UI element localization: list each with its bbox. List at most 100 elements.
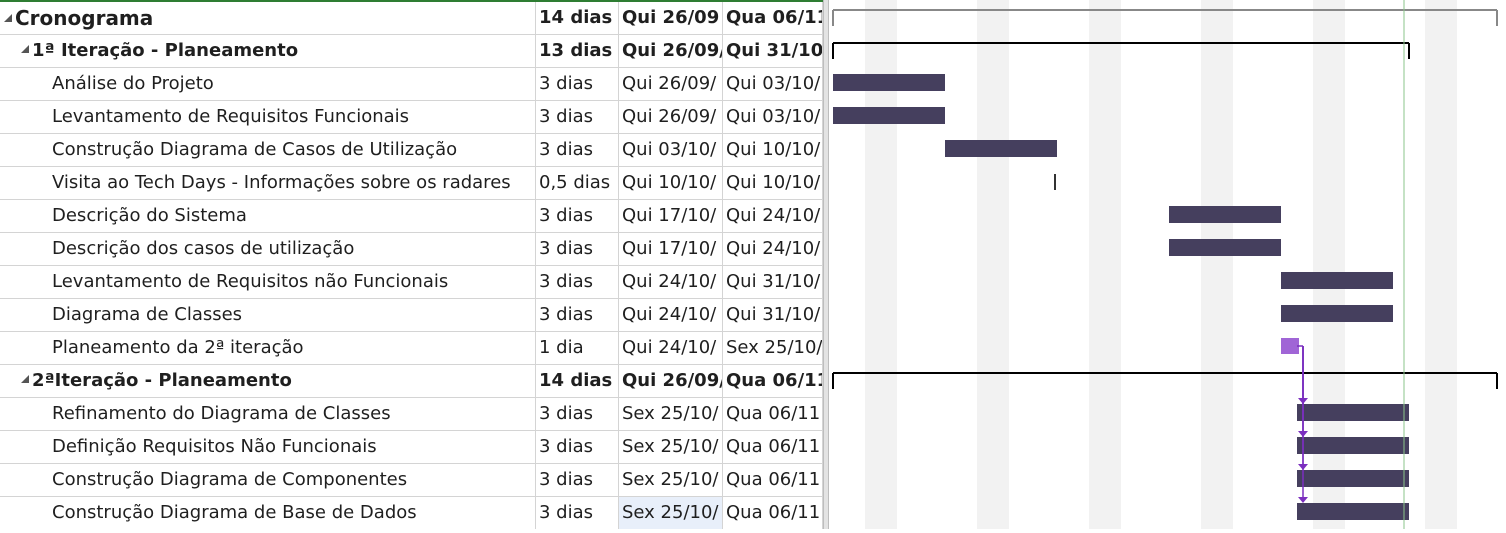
finish-cell[interactable]: Qui 10/10/ xyxy=(723,167,823,199)
finish-cell[interactable]: Qui 24/10/ xyxy=(723,233,823,265)
start-cell[interactable]: Sex 25/10/ xyxy=(619,497,723,529)
gantt-chart xyxy=(829,0,1506,529)
task-row[interactable]: Descrição do Sistema 3 dias Qui 17/10/Qui … xyxy=(0,200,823,233)
task-name-cell[interactable]: Descrição do Sistema xyxy=(0,200,536,232)
task-bar xyxy=(1297,404,1409,421)
task-row[interactable]: Análise do Projeto 3 dias Qui 26/09/Qui 03… xyxy=(0,68,823,101)
task-name-cell[interactable]: 1ª Iteração - Planeamento xyxy=(0,35,536,67)
task-bar xyxy=(1281,272,1393,289)
finish-cell[interactable]: Qui 31/10/ xyxy=(723,266,823,298)
finish-cell[interactable]: Qui 31/10/ xyxy=(723,299,823,331)
duration-cell[interactable]: 3 dias xyxy=(536,464,619,496)
collapse-triangle-icon[interactable] xyxy=(21,45,29,53)
task-bar xyxy=(1297,503,1409,520)
task-row[interactable]: Definição Requisitos Não Funcionais 3 dia… xyxy=(0,431,823,464)
finish-cell[interactable]: Qua 06/11 xyxy=(723,497,823,529)
start-cell[interactable]: Qui 26/09/ xyxy=(619,365,723,397)
duration-cell[interactable]: 0,5 dias xyxy=(536,167,619,199)
start-cell[interactable]: Sex 25/10/ xyxy=(619,431,723,463)
finish-cell[interactable]: Qua 06/11 xyxy=(723,365,823,397)
task-row[interactable]: Descrição dos casos de utilização 3 dias Q… xyxy=(0,233,823,266)
task-name-cell[interactable]: Definição Requisitos Não Funcionais xyxy=(0,431,536,463)
duration-cell[interactable]: 3 dias xyxy=(536,398,619,430)
weekend-band xyxy=(1089,0,1121,529)
task-bar xyxy=(945,140,1057,157)
task-name-text: Construção Diagrama de Componentes xyxy=(52,469,408,490)
duration-cell[interactable]: 3 dias xyxy=(536,68,619,100)
collapse-triangle-icon[interactable] xyxy=(21,375,29,383)
task-bar xyxy=(1281,338,1299,354)
start-cell[interactable]: Qui 03/10/ xyxy=(619,134,723,166)
task-row[interactable]: Levantamento de Requisitos Funcionais 3 d… xyxy=(0,101,823,134)
finish-cell[interactable]: Qui 03/10/ xyxy=(723,101,823,133)
task-bar xyxy=(833,107,945,124)
start-cell[interactable]: Qui 24/10/ xyxy=(619,266,723,298)
start-cell[interactable]: Qui 17/10/ xyxy=(619,200,723,232)
task-name-cell[interactable]: Diagrama de Classes xyxy=(0,299,536,331)
duration-cell[interactable]: 3 dias xyxy=(536,431,619,463)
duration-cell[interactable]: 3 dias xyxy=(536,266,619,298)
duration-cell[interactable]: 3 dias xyxy=(536,233,619,265)
task-name-text: Descrição dos casos de utilização xyxy=(52,238,355,259)
task-name-cell[interactable]: Construção Diagrama de Base de Dados xyxy=(0,497,536,529)
weekend-band xyxy=(1201,0,1233,529)
start-cell[interactable]: Qui 26/09/ xyxy=(619,68,723,100)
finish-cell[interactable]: Sex 25/10/ xyxy=(723,332,823,364)
start-cell[interactable]: Qui 26/09/ xyxy=(619,35,723,67)
task-name-cell[interactable]: Análise do Projeto xyxy=(0,68,536,100)
task-row[interactable]: Planeamento da 2ª iteração 1 dia Qui 24/10… xyxy=(0,332,823,365)
task-row[interactable]: 1ª Iteração - Planeamento 13 dias Qui 26/0… xyxy=(0,35,823,68)
task-bar xyxy=(1169,206,1281,223)
task-name-cell[interactable]: Construção Diagrama de Casos de Utilizaç… xyxy=(0,134,536,166)
task-name-cell[interactable]: Levantamento de Requisitos Funcionais xyxy=(0,101,536,133)
task-name-cell[interactable]: Descrição dos casos de utilização xyxy=(0,233,536,265)
finish-cell[interactable]: Qui 03/10/ xyxy=(723,68,823,100)
duration-cell[interactable]: 3 dias xyxy=(536,134,619,166)
task-name-cell[interactable]: Planeamento da 2ª iteração xyxy=(0,332,536,364)
task-row[interactable]: Diagrama de Classes 3 dias Qui 24/10/Qui 3… xyxy=(0,299,823,332)
start-cell[interactable]: Sex 25/10/ xyxy=(619,398,723,430)
finish-cell[interactable]: Qui 31/10/ xyxy=(723,35,823,67)
duration-cell[interactable]: 3 dias xyxy=(536,200,619,232)
task-row[interactable]: Visita ao Tech Days - Informações sobre … xyxy=(0,167,823,200)
task-name-cell[interactable]: Construção Diagrama de Componentes xyxy=(0,464,536,496)
duration-cell[interactable]: 1 dia xyxy=(536,332,619,364)
task-sheet: Cronograma 14 dias Qui 26/09 Qua 06/11 1ª It… xyxy=(0,0,823,529)
task-row[interactable]: Construção Diagrama de Casos de Utilizaç… xyxy=(0,134,823,167)
task-name-cell[interactable]: Refinamento do Diagrama de Classes xyxy=(0,398,536,430)
duration-cell[interactable]: 3 dias xyxy=(536,299,619,331)
task-row[interactable]: Refinamento do Diagrama de Classes 3 dias… xyxy=(0,398,823,431)
task-row[interactable]: Construção Diagrama de Componentes 3 dias… xyxy=(0,464,823,497)
finish-cell[interactable]: Qua 06/11 xyxy=(723,464,823,496)
finish-cell[interactable]: Qui 10/10/ xyxy=(723,134,823,166)
task-row[interactable]: Levantamento de Requisitos não Funcionai… xyxy=(0,266,823,299)
start-cell[interactable]: Qui 10/10/ xyxy=(619,167,723,199)
task-row[interactable]: Cronograma 14 dias Qui 26/09 Qua 06/11 xyxy=(0,2,823,35)
finish-cell[interactable]: Qui 24/10/ xyxy=(723,200,823,232)
duration-cell[interactable]: 3 dias xyxy=(536,497,619,529)
start-cell[interactable]: Qui 26/09 xyxy=(619,2,723,34)
task-name-text: Cronograma xyxy=(15,6,154,30)
task-name-cell[interactable]: Levantamento de Requisitos não Funcionai… xyxy=(0,266,536,298)
task-row[interactable]: 2ªIteração - Planeamento 14 dias Qui 26/09… xyxy=(0,365,823,398)
finish-cell[interactable]: Qua 06/11 xyxy=(723,431,823,463)
task-name-text: Diagrama de Classes xyxy=(52,304,243,325)
collapse-triangle-icon[interactable] xyxy=(4,14,12,22)
start-cell[interactable]: Qui 24/10/ xyxy=(619,299,723,331)
start-cell[interactable]: Qui 26/09/ xyxy=(619,101,723,133)
duration-cell[interactable]: 3 dias xyxy=(536,101,619,133)
start-cell[interactable]: Qui 17/10/ xyxy=(619,233,723,265)
task-row[interactable]: Construção Diagrama de Base de Dados 3 di… xyxy=(0,497,823,529)
finish-cell[interactable]: Qua 06/11 xyxy=(723,2,823,34)
task-bar xyxy=(1297,470,1409,487)
start-cell[interactable]: Qui 24/10/ xyxy=(619,332,723,364)
duration-cell[interactable]: 14 dias xyxy=(536,2,619,34)
duration-cell[interactable]: 13 dias xyxy=(536,35,619,67)
task-name-cell[interactable]: Cronograma xyxy=(0,2,536,34)
task-name-cell[interactable]: 2ªIteração - Planeamento xyxy=(0,365,536,397)
duration-cell[interactable]: 14 dias xyxy=(536,365,619,397)
task-name-text: Levantamento de Requisitos Funcionais xyxy=(52,106,410,127)
task-name-cell[interactable]: Visita ao Tech Days - Informações sobre … xyxy=(0,167,536,199)
start-cell[interactable]: Sex 25/10/ xyxy=(619,464,723,496)
finish-cell[interactable]: Qua 06/11 xyxy=(723,398,823,430)
